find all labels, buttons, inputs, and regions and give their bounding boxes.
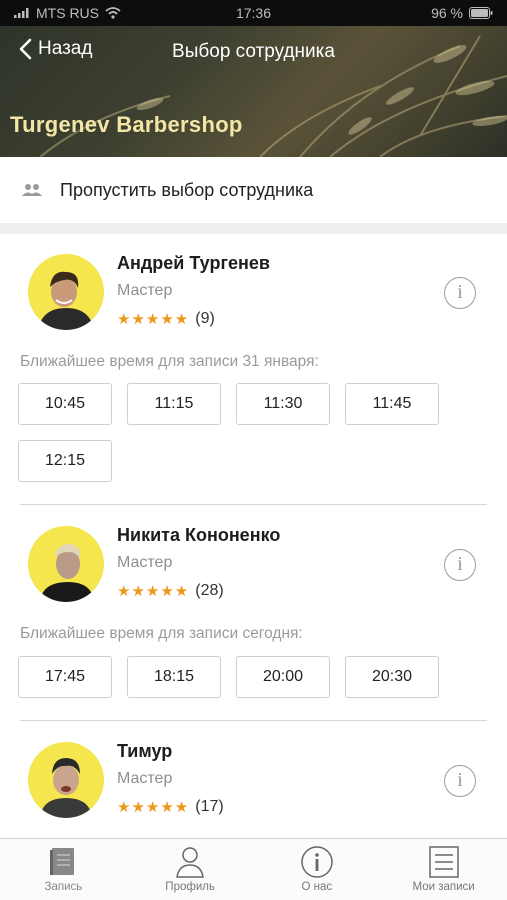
- time-slot-button[interactable]: 20:00: [236, 656, 330, 698]
- bottom-tab-bar: Запись Профиль О нас Мои записи: [0, 838, 507, 900]
- list-icon: [428, 846, 459, 878]
- employee-rating: ★★★★★ (17): [117, 798, 224, 816]
- info-icon[interactable]: i: [444, 765, 476, 797]
- time-slot-button[interactable]: 10:45: [18, 383, 112, 425]
- nearest-time-label: Ближайшее время для записи 31 января:: [20, 353, 319, 370]
- review-count: (9): [195, 310, 215, 327]
- info-icon[interactable]: i: [444, 549, 476, 581]
- time-slot-button[interactable]: 18:15: [127, 656, 221, 698]
- employee-role: Мастер: [117, 282, 173, 299]
- tab-label: О нас: [301, 881, 333, 893]
- employee-name[interactable]: Андрей Тургенев: [117, 253, 270, 274]
- employee-card: Никита Кононенко Мастер ★★★★★ (28) i Бли…: [0, 506, 507, 722]
- battery-percent: 96 %: [431, 5, 463, 21]
- employee-name[interactable]: Тимур: [117, 741, 172, 762]
- battery-group: 96 %: [431, 5, 493, 21]
- battery-icon: [469, 7, 493, 19]
- group-icon: [22, 184, 42, 196]
- card-divider: [20, 720, 487, 721]
- time-slot-button[interactable]: 20:30: [345, 656, 439, 698]
- avatar-photo: [40, 758, 92, 818]
- avatar[interactable]: [28, 742, 104, 818]
- page-title: Выбор сотрудника: [172, 41, 335, 62]
- tab-booking[interactable]: Запись: [0, 839, 127, 900]
- skip-selection-button[interactable]: Пропустить выбор сотрудника: [0, 157, 507, 223]
- employee-card: Тимур Мастер ★★★★★ (17) i: [0, 722, 507, 838]
- tab-label: Мои записи: [412, 881, 475, 893]
- avatar[interactable]: [28, 526, 104, 602]
- employee-rating: ★★★★★ (9): [117, 310, 215, 328]
- tab-my-bookings[interactable]: Мои записи: [380, 839, 507, 900]
- time-slot-button[interactable]: 11:45: [345, 383, 439, 425]
- review-count: (28): [195, 582, 224, 599]
- time-slot-button[interactable]: 12:15: [18, 440, 112, 482]
- header-banner: Назад Выбор сотрудника Turgenev Barbersh…: [0, 26, 507, 157]
- shop-name: Turgenev Barbershop: [10, 112, 243, 137]
- section-divider: [0, 223, 507, 234]
- avatar-photo: [40, 544, 94, 602]
- info-circle-icon: [301, 846, 333, 878]
- time-slot-button[interactable]: 11:30: [236, 383, 330, 425]
- card-divider: [20, 504, 487, 505]
- tab-label: Запись: [44, 881, 83, 893]
- time-slot-button[interactable]: 11:15: [127, 383, 221, 425]
- skip-selection-label: Пропустить выбор сотрудника: [60, 179, 314, 200]
- info-icon[interactable]: i: [444, 277, 476, 309]
- tab-profile[interactable]: Профиль: [127, 839, 254, 900]
- status-bar: MTS RUS 17:36 96 %: [0, 0, 507, 26]
- employee-role: Мастер: [117, 554, 173, 571]
- tab-about[interactable]: О нас: [254, 839, 381, 900]
- employee-name[interactable]: Никита Кононенко: [117, 525, 280, 546]
- employee-rating: ★★★★★ (28): [117, 582, 224, 600]
- star-rating-icons: ★★★★★: [117, 311, 190, 328]
- star-rating-icons: ★★★★★: [117, 799, 190, 816]
- star-rating-icons: ★★★★★: [117, 583, 190, 600]
- avatar-photo: [38, 271, 94, 330]
- tab-label: Профиль: [165, 881, 215, 893]
- time-slot-button[interactable]: 17:45: [18, 656, 112, 698]
- nearest-time-label: Ближайшее время для записи сегодня:: [20, 625, 303, 642]
- employee-role: Мастер: [117, 770, 173, 787]
- person-icon: [176, 847, 205, 878]
- book-icon: [50, 848, 75, 875]
- avatar[interactable]: [28, 254, 104, 330]
- review-count: (17): [195, 798, 224, 815]
- employee-card: Андрей Тургенев Мастер ★★★★★ (9) i Ближа…: [0, 234, 507, 506]
